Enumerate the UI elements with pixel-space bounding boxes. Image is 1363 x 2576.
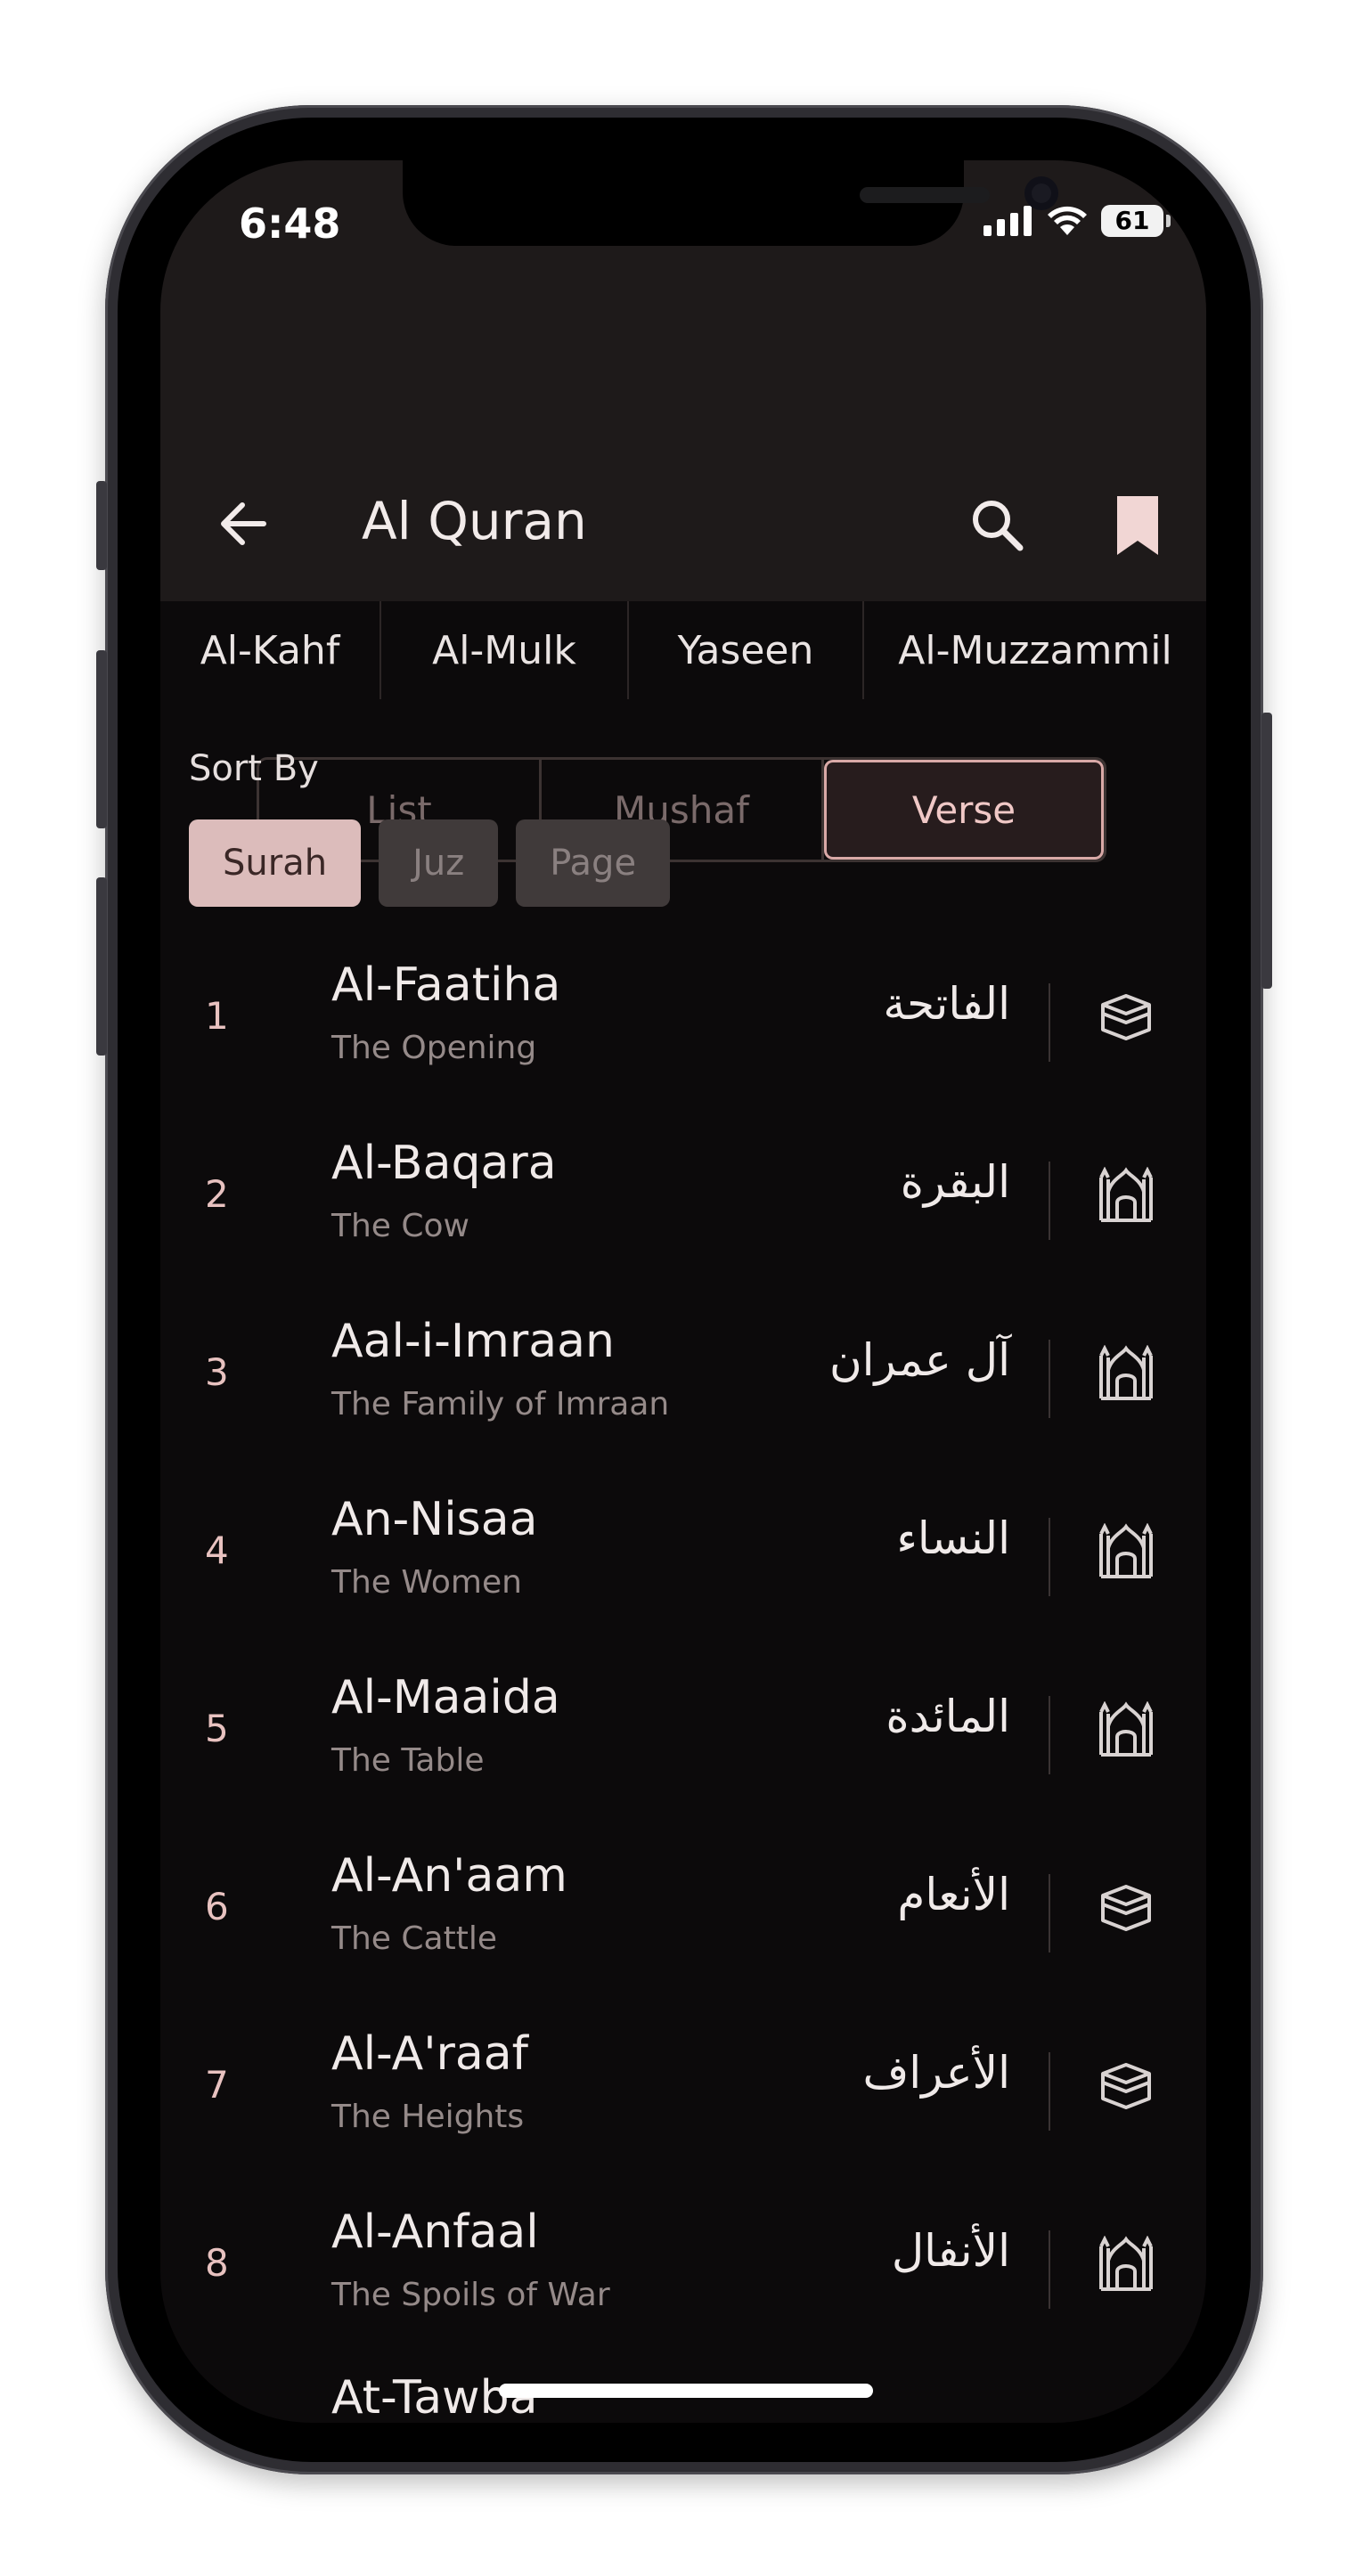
row-divider	[1049, 1696, 1050, 1774]
surah-name: Aal-i-Imraan	[331, 1315, 615, 1368]
surah-number: 3	[205, 1350, 229, 1394]
mosque-icon	[1099, 1523, 1153, 1578]
quick-surah-tabs: Al-Kahf Al-Mulk Yaseen Al-Muzzammil	[160, 601, 1206, 699]
surah-meaning: The Cattle	[331, 1920, 497, 1957]
surah-arabic-name: الأعراف	[862, 2047, 1010, 2099]
surah-number: 7	[205, 2063, 229, 2107]
row-divider	[1049, 983, 1050, 1062]
surah-name: Al-Maaida	[331, 1671, 560, 1724]
status-time: 6:48	[239, 200, 341, 248]
surah-name: Al-Faatiha	[331, 958, 561, 1012]
sort-chip-page[interactable]: Page	[516, 819, 671, 907]
surah-name: Al-Anfaal	[331, 2205, 539, 2259]
surah-name: Al-Baqara	[331, 1137, 557, 1190]
surah-arabic-name: النساء	[896, 1512, 1010, 1564]
row-divider	[1049, 2230, 1050, 2309]
cellular-signal-icon	[983, 206, 1032, 236]
surah-row[interactable]: 2 Al-Baqara The Cow البقرة	[160, 1106, 1206, 1284]
surah-arabic-name: المائدة	[886, 1691, 1010, 1742]
wifi-icon	[1048, 206, 1087, 235]
surah-row[interactable]: 6 Al-An'aam The Cattle الأنعام	[160, 1819, 1206, 1997]
surah-meaning: The Opening	[331, 1030, 537, 1066]
surah-row[interactable]: 5 Al-Maaida The Table المائدة	[160, 1641, 1206, 1819]
surah-name: An-Nisaa	[331, 1493, 538, 1546]
bookmark-icon[interactable]	[1114, 496, 1162, 555]
surah-meaning: The Heights	[331, 2099, 525, 2135]
battery-indicator: 61	[1101, 205, 1171, 237]
power-button	[1261, 713, 1272, 989]
quick-tab[interactable]: Al-Kahf	[160, 601, 381, 699]
notch	[403, 160, 1058, 246]
app-bar: Al Quran	[160, 441, 1206, 601]
mosque-icon	[1099, 1345, 1153, 1400]
search-icon[interactable]	[967, 494, 1029, 557]
segment-verse[interactable]: Verse	[824, 760, 1104, 860]
row-divider	[1049, 1874, 1050, 1952]
surah-arabic-name: الأنعام	[897, 1869, 1010, 1920]
surah-number: 8	[205, 2241, 229, 2285]
status-icons: 61	[983, 205, 1171, 237]
surah-row[interactable]: 4 An-Nisaa The Women النساء	[160, 1463, 1206, 1641]
volume-down-button	[96, 877, 107, 1056]
surah-arabic-name: البقرة	[900, 1156, 1010, 1208]
app-screen: 6:48 61 Al Quran Al-Kahf Al-Mulk Yaseen …	[160, 160, 1206, 2423]
surah-meaning: The Women	[331, 1564, 522, 1601]
surah-number: 5	[205, 1707, 229, 1750]
surah-number: 2	[205, 1172, 229, 1216]
volume-up-button	[96, 650, 107, 828]
back-arrow-icon[interactable]	[212, 493, 274, 555]
kaaba-icon	[1101, 994, 1151, 1040]
surah-arabic-name: الفاتحة	[883, 978, 1010, 1030]
row-divider	[1049, 1340, 1050, 1418]
front-camera	[1024, 176, 1058, 210]
sort-chip-juz[interactable]: Juz	[379, 819, 499, 907]
surah-list: 1 Al-Faatiha The Opening الفاتحة 2 Al-Ba…	[160, 928, 1206, 2353]
page-title: Al Quran	[362, 491, 587, 551]
surah-name: Al-A'raaf	[331, 2027, 528, 2081]
quick-tab[interactable]: Yaseen	[629, 601, 864, 699]
surah-meaning: The Family of Imraan	[331, 1386, 670, 1423]
sort-options: Surah Juz Page	[189, 819, 671, 907]
quick-tab[interactable]: Al-Mulk	[381, 601, 629, 699]
surah-meaning: The Spoils of War	[331, 2277, 610, 2313]
row-divider	[1049, 2052, 1050, 2131]
surah-row[interactable]: 3 Aal-i-Imraan The Family of Imraan آل ع…	[160, 1284, 1206, 1463]
kaaba-icon	[1101, 1885, 1151, 1931]
surah-number: 6	[205, 1885, 229, 1928]
row-divider	[1049, 1162, 1050, 1240]
surah-row[interactable]: 1 Al-Faatiha The Opening الفاتحة	[160, 928, 1206, 1106]
side-button	[96, 481, 107, 570]
surah-row[interactable]: 8 Al-Anfaal The Spoils of War الأنفال	[160, 2175, 1206, 2353]
surah-meaning: The Table	[331, 1742, 485, 1779]
surah-arabic-name: آل عمران	[828, 1334, 1010, 1386]
kaaba-icon	[1101, 2063, 1151, 2109]
row-divider	[1049, 1518, 1050, 1596]
mosque-icon	[1099, 2236, 1153, 2291]
sort-by-label: Sort By	[189, 748, 319, 789]
mosque-icon	[1099, 1701, 1153, 1757]
surah-number: 1	[205, 994, 229, 1038]
quick-tab[interactable]: Al-Muzzammil	[864, 601, 1206, 699]
speaker-grille	[860, 187, 990, 203]
surah-meaning: The Cow	[331, 1208, 470, 1244]
mosque-icon	[1099, 1167, 1153, 1222]
sort-chip-surah[interactable]: Surah	[189, 819, 362, 907]
surah-number: 4	[205, 1528, 229, 1572]
surah-name: Al-An'aam	[331, 1849, 567, 1903]
surah-row[interactable]: 7 Al-A'raaf The Heights الأعراف	[160, 1997, 1206, 2175]
surah-arabic-name: الأنفال	[891, 2225, 1010, 2277]
home-indicator[interactable]	[499, 2384, 873, 2398]
